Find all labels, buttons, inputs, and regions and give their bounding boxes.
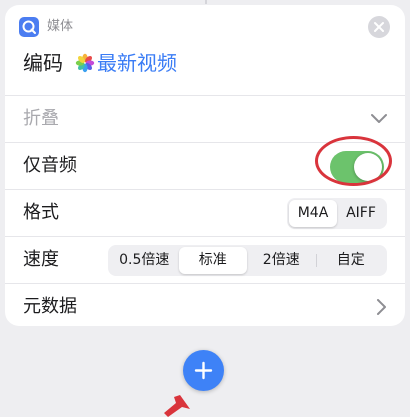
close-icon[interactable] (368, 16, 390, 38)
highlight-annotation (315, 136, 392, 186)
speed-option-normal[interactable]: 标准 (178, 247, 247, 274)
speed-segmented-control: 0.5倍速 标准 2倍速 自定 (108, 245, 387, 276)
speed-row: 速度 0.5倍速 标准 2倍速 自定 (5, 236, 405, 284)
photos-icon (75, 53, 95, 73)
variable-token[interactable]: 最新视频 (97, 48, 177, 78)
media-app-icon (19, 17, 39, 37)
top-connector (205, 0, 207, 4)
chevron-down-icon (371, 114, 387, 123)
speed-label: 速度 (23, 249, 59, 270)
format-option-m4a[interactable]: M4A (289, 200, 337, 227)
action-category: 媒体 (47, 19, 74, 34)
speed-option-double[interactable]: 2倍速 (247, 247, 316, 274)
add-action-button[interactable] (183, 350, 224, 391)
plus-icon (194, 361, 213, 380)
chevron-right-icon (377, 299, 386, 315)
metadata-row[interactable]: 元数据 (5, 283, 405, 326)
format-option-aiff[interactable]: AIFF (337, 200, 385, 227)
annotation-arrow-icon (164, 395, 190, 417)
format-segmented-control: M4A AIFF (287, 198, 387, 229)
format-row: 格式 M4A AIFF (5, 189, 405, 237)
action-title: 编码 (23, 51, 63, 75)
action-header: 媒体 编码 最新视频 (5, 5, 405, 95)
audio-only-label: 仅音频 (23, 155, 77, 176)
metadata-label: 元数据 (23, 296, 77, 317)
speed-option-half[interactable]: 0.5倍速 (110, 247, 179, 274)
format-label: 格式 (23, 202, 59, 223)
collapse-label: 折叠 (23, 108, 59, 129)
speed-option-custom[interactable]: 自定 (317, 247, 386, 274)
